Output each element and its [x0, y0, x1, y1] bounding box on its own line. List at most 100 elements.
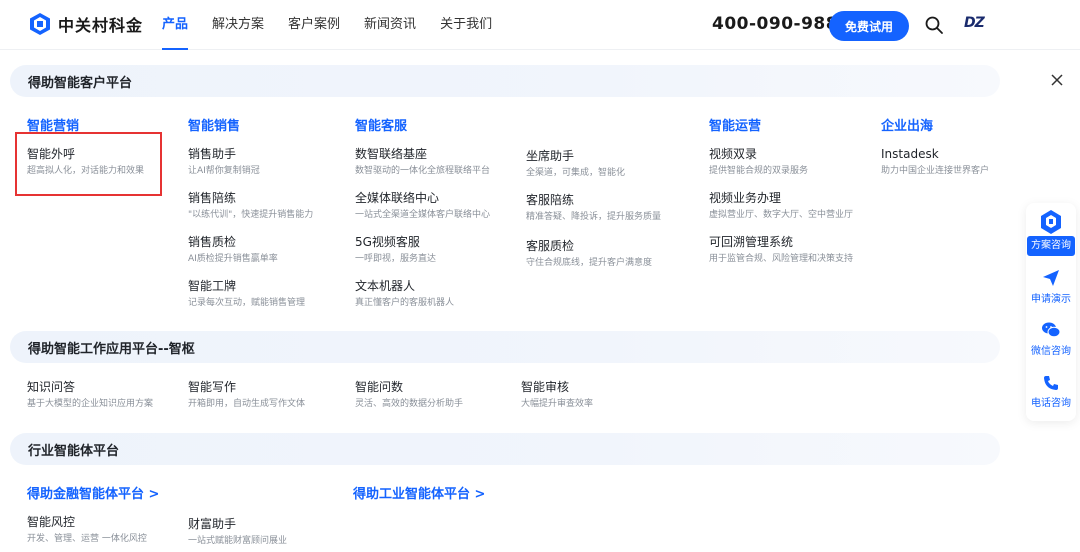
product-item-sales-training[interactable]: 销售陪练 "以练代训"，快速提升销售能力 [188, 190, 363, 222]
product-title: 智能工牌 [188, 279, 237, 293]
product-desc: "以练代训"，快速提升销售能力 [188, 210, 314, 220]
link-industrial-agent-platform[interactable]: 得助工业智能体平台 > [353, 483, 485, 502]
product-desc: 精准答疑、降投诉，提升服务质量 [526, 212, 662, 222]
product-item-smart-review[interactable]: 智能审核 大幅提升审查效率 [521, 379, 696, 411]
phone-consult-button[interactable]: 电话咨询 [1026, 375, 1076, 409]
product-item-omnichannel-center[interactable]: 全媒体联络中心 一站式全渠道全媒体客户联络中心 [355, 190, 530, 222]
product-item-contact-base[interactable]: 数智联络基座 数智驱动的一体化全旅程联络平台 [355, 146, 530, 178]
solution-consult-button[interactable]: 方案咨询 [1027, 236, 1075, 256]
product-desc: 让AI帮你复制销冠 [188, 166, 260, 176]
request-demo-button[interactable]: 申请演示 [1026, 269, 1076, 305]
product-item-agent-assistant[interactable]: 坐席助手 全渠道，可集成，智能化 [526, 148, 701, 180]
float-item-label: 微信咨询 [1031, 346, 1071, 357]
product-title: 财富助手 [188, 517, 237, 531]
logo-text: 中关村科金 [58, 16, 144, 35]
product-item-5g-video-service[interactable]: 5G视频客服 一呼即视，服务直达 [355, 234, 530, 266]
product-title: 数智联络基座 [355, 147, 428, 161]
product-desc: 开发、管理、运营 一体化风控 [27, 534, 147, 544]
search-icon[interactable] [924, 15, 944, 35]
logo[interactable]: 中关村科金 [28, 12, 143, 36]
product-title: 知识问答 [27, 380, 76, 394]
section-title: 得助智能客户平台 [28, 76, 133, 91]
nav-item-solutions[interactable]: 解决方案 [212, 0, 264, 50]
product-title: 销售质检 [188, 235, 237, 249]
category-smart-operations[interactable]: 智能运营 [709, 115, 761, 134]
float-item-label: 电话咨询 [1031, 398, 1071, 409]
category-overseas[interactable]: 企业出海 [881, 115, 933, 134]
product-title: 可回溯管理系统 [709, 235, 794, 249]
product-desc: 全渠道，可集成，智能化 [526, 168, 626, 178]
product-item-text-bot[interactable]: 文本机器人 真正懂客户的客服机器人 [355, 278, 530, 310]
product-desc: 灵活、高效的数据分析助手 [355, 399, 464, 409]
nav-item-products[interactable]: 产品 [162, 0, 189, 50]
link-finance-agent-platform[interactable]: 得助金融智能体平台 > [27, 483, 159, 502]
wechat-icon [1042, 322, 1061, 338]
product-title: Instadesk [881, 147, 939, 161]
product-title: 智能问数 [355, 380, 404, 394]
product-item-instadesk[interactable]: Instadesk 助力中国企业连接世界客户 [881, 146, 1021, 178]
main-nav: 产品 解决方案 客户案例 新闻资讯 关于我们 [162, 0, 516, 50]
product-desc: 虚拟营业厅、数字大厅、空中营业厅 [709, 210, 854, 220]
product-title: 销售陪练 [188, 191, 237, 205]
product-desc: 记录每次互动，赋能销售管理 [188, 298, 306, 308]
consult-logo-icon[interactable] [1039, 209, 1063, 235]
product-item-video-business[interactable]: 视频业务办理 虚拟营业厅、数字大厅、空中营业厅 [709, 190, 884, 222]
product-item-traceable-system[interactable]: 可回溯管理系统 用于监管合规、风险管理和决策支持 [709, 234, 884, 266]
product-item-service-training[interactable]: 客服陪练 精准答疑、降投诉，提升服务质量 [526, 192, 701, 224]
product-desc: 数智驱动的一体化全旅程联络平台 [355, 166, 491, 176]
product-desc: 一站式赋能财富顾问展业 [188, 536, 288, 546]
product-desc: 基于大模型的企业知识应用方案 [27, 399, 154, 409]
floating-contact-bar: 方案咨询 申请演示 微信咨询 电话咨询 [1026, 203, 1076, 421]
close-icon[interactable] [1049, 72, 1065, 88]
product-item-sales-qa[interactable]: 销售质检 AI质检提升销售赢单率 [188, 234, 363, 266]
section-header-industry-platform: 行业智能体平台 [10, 433, 1000, 465]
product-desc: 开箱即用，自动生成写作文体 [188, 399, 306, 409]
product-item-risk-control[interactable]: 智能风控 开发、管理、运营 一体化风控 [27, 514, 202, 546]
nav-item-news[interactable]: 新闻资讯 [364, 0, 416, 50]
wechat-consult-button[interactable]: 微信咨询 [1026, 321, 1076, 357]
product-title: 客服陪练 [526, 193, 575, 207]
product-title: 视频业务办理 [709, 191, 782, 205]
product-item-service-qa[interactable]: 客服质检 守住合规底线，提升客户满意度 [526, 238, 701, 270]
product-item-knowledge-qa[interactable]: 知识问答 基于大模型的企业知识应用方案 [27, 379, 202, 411]
product-desc: 提供智能合规的双录服务 [709, 166, 809, 176]
send-icon [1043, 270, 1059, 286]
brand-mini-logo[interactable]: DZ [964, 15, 985, 31]
section-header-customer-platform: 得助智能客户平台 [10, 65, 1000, 97]
product-item-smart-writing[interactable]: 智能写作 开箱即用，自动生成写作文体 [188, 379, 363, 411]
product-item-smart-badge[interactable]: 智能工牌 记录每次互动，赋能销售管理 [188, 278, 363, 310]
product-desc: 用于监管合规、风险管理和决策支持 [709, 254, 854, 264]
product-title: 客服质检 [526, 239, 575, 253]
float-item-label: 申请演示 [1031, 294, 1071, 305]
product-title: 销售助手 [188, 147, 237, 161]
top-navigation: 中关村科金 产品 解决方案 客户案例 新闻资讯 关于我们 400-090-988… [0, 0, 1080, 50]
product-desc: 助力中国企业连接世界客户 [881, 166, 990, 176]
category-smart-service[interactable]: 智能客服 [355, 115, 407, 134]
free-trial-button[interactable]: 免费试用 [829, 11, 909, 41]
product-item-wealth-assistant[interactable]: 财富助手 一站式赋能财富顾问展业 [188, 516, 363, 548]
nav-item-cases[interactable]: 客户案例 [288, 0, 340, 50]
product-desc: 守住合规底线，提升客户满意度 [526, 258, 653, 268]
product-item-sales-assistant[interactable]: 销售助手 让AI帮你复制销冠 [188, 146, 363, 178]
phone-icon [1044, 376, 1058, 390]
product-desc: 一站式全渠道全媒体客户联络中心 [355, 210, 491, 220]
logo-icon [30, 13, 50, 35]
product-desc: 一呼即视，服务直达 [355, 254, 437, 264]
category-smart-sales[interactable]: 智能销售 [188, 115, 240, 134]
highlight-annotation-box [15, 132, 162, 196]
product-item-video-dual-record[interactable]: 视频双录 提供智能合规的双录服务 [709, 146, 884, 178]
product-title: 文本机器人 [355, 279, 416, 293]
section-header-work-platform: 得助智能工作应用平台--智枢 [10, 331, 1000, 363]
section-title: 行业智能体平台 [28, 444, 120, 459]
product-desc: 真正懂客户的客服机器人 [355, 298, 455, 308]
product-title: 全媒体联络中心 [355, 191, 440, 205]
product-desc: 大幅提升审查效率 [521, 399, 594, 409]
product-title: 智能审核 [521, 380, 570, 394]
nav-item-about[interactable]: 关于我们 [440, 0, 492, 50]
product-title: 坐席助手 [526, 149, 575, 163]
product-title: 智能风控 [27, 515, 76, 529]
section-title: 得助智能工作应用平台--智枢 [28, 342, 195, 357]
product-title: 5G视频客服 [355, 235, 420, 249]
product-item-smart-data-query[interactable]: 智能问数 灵活、高效的数据分析助手 [355, 379, 530, 411]
product-title: 智能写作 [188, 380, 237, 394]
